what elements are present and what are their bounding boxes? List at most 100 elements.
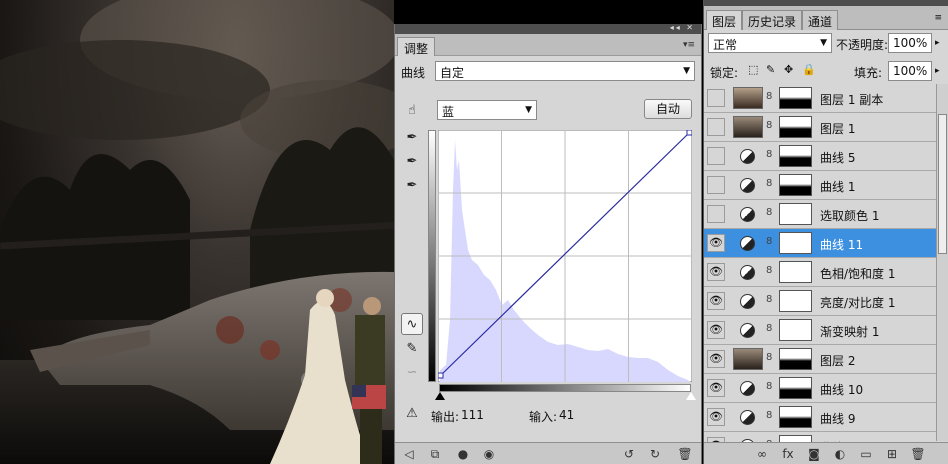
chain-link-icon[interactable]: 8	[766, 120, 772, 131]
layer-name[interactable]: 曲线 1	[820, 178, 855, 195]
chain-link-icon[interactable]: 8	[766, 294, 772, 305]
smooth-curve-icon[interactable]: ∽	[401, 361, 423, 383]
new-group-icon[interactable]: ▭	[858, 446, 874, 462]
layer-row[interactable]: 👁 8 渐变映射 1	[704, 316, 936, 345]
layer-row[interactable]: 👁 8 曲线 11	[704, 229, 936, 258]
auto-button[interactable]: 自动	[644, 99, 692, 119]
layer-row[interactable]: 👁 8 图层 2	[704, 345, 936, 374]
visibility-eye-icon[interactable]: 👁	[707, 292, 725, 310]
layer-mask-thumbnail[interactable]	[779, 232, 812, 254]
panel-menu-icon[interactable]: ≡	[934, 13, 942, 23]
chain-link-icon[interactable]: 8	[766, 265, 772, 276]
layer-mask-thumbnail[interactable]	[779, 319, 812, 341]
opacity-input[interactable]: 100%	[888, 33, 932, 53]
chain-link-icon[interactable]: 8	[766, 149, 772, 160]
chain-link-icon[interactable]: 8	[766, 410, 772, 421]
chain-link-icon[interactable]: 8	[766, 381, 772, 392]
blend-mode-dropdown[interactable]: 正常 ▼	[708, 33, 832, 53]
trash-icon[interactable]: 🗑	[910, 446, 926, 462]
layer-row[interactable]: 8 选取颜色 1	[704, 200, 936, 229]
layer-name[interactable]: 曲线 11	[820, 236, 863, 253]
layer-mask-thumbnail[interactable]	[779, 116, 812, 138]
chain-link-icon[interactable]: 8	[766, 207, 772, 218]
tab-channels[interactable]: 通道	[802, 10, 839, 30]
chain-link-icon[interactable]: 8	[766, 91, 772, 102]
fill-input[interactable]: 100%	[888, 61, 932, 81]
visibility-eye-icon[interactable]: 👁	[707, 350, 725, 368]
previous-state-icon[interactable]: ↺	[621, 446, 637, 462]
adjustments-panel-titlebar[interactable]: ◂◂ ✕	[395, 23, 701, 34]
lock-pixels-icon[interactable]: ✎	[766, 63, 775, 76]
chain-link-icon[interactable]: 8	[766, 323, 772, 334]
panel-menu-icon[interactable]: ▾≡	[683, 40, 695, 50]
chain-link-icon[interactable]: 8	[766, 352, 772, 363]
on-image-adjust-icon[interactable]: ☝	[401, 99, 423, 121]
clip-to-layer-icon[interactable]: ●	[455, 446, 471, 462]
expand-view-icon[interactable]: ⧉	[427, 446, 443, 462]
layer-row[interactable]: 8 曲线 1	[704, 171, 936, 200]
visibility-eye-icon[interactable]: 👁	[707, 408, 725, 426]
layer-name[interactable]: 亮度/对比度 1	[820, 294, 896, 311]
white-point-eyedropper-icon[interactable]: ✒	[401, 174, 423, 196]
preset-dropdown[interactable]: 自定 ▼	[435, 61, 695, 81]
layer-name[interactable]: 图层 1	[820, 120, 855, 137]
visibility-toggle[interactable]	[707, 118, 725, 136]
layer-mask-thumbnail[interactable]	[779, 261, 812, 283]
white-input-slider[interactable]	[686, 392, 696, 400]
link-layers-icon[interactable]: ∞	[754, 446, 770, 462]
layer-mask-thumbnail[interactable]	[779, 377, 812, 399]
trash-icon[interactable]: 🗑	[677, 446, 693, 462]
lock-transparent-icon[interactable]: ⬚	[748, 63, 758, 76]
layers-scrollbar[interactable]	[936, 84, 948, 441]
reset-icon[interactable]: ↻	[647, 446, 663, 462]
layer-mask-thumbnail[interactable]	[779, 87, 812, 109]
collapse-panel-icon[interactable]: ◂◂ ✕	[670, 23, 695, 32]
new-adjustment-icon[interactable]: ◐	[832, 446, 848, 462]
scrollbar-thumb[interactable]	[938, 114, 947, 254]
layer-row[interactable]: 8 曲线 5	[704, 142, 936, 171]
layer-name[interactable]: 选取颜色 1	[820, 207, 879, 224]
curve-point-black[interactable]	[438, 372, 444, 379]
visibility-toggle[interactable]	[707, 89, 725, 107]
layer-mask-thumbnail[interactable]	[779, 290, 812, 312]
layer-mask-thumbnail[interactable]	[779, 348, 812, 370]
layer-mask-thumbnail[interactable]	[779, 145, 812, 167]
opacity-arrow-icon[interactable]: ▸	[935, 38, 940, 48]
black-point-eyedropper-icon[interactable]: ✒	[401, 126, 423, 148]
layer-mask-thumbnail[interactable]	[779, 203, 812, 225]
back-arrow-icon[interactable]: ◁	[401, 446, 417, 462]
layer-row[interactable]: 👁 8 曲线 10	[704, 374, 936, 403]
tab-history[interactable]: 历史记录	[742, 10, 803, 30]
new-layer-icon[interactable]: ⊞	[884, 446, 900, 462]
layer-name[interactable]: 曲线 10	[820, 381, 863, 398]
black-input-slider[interactable]	[435, 392, 445, 400]
fill-arrow-icon[interactable]: ▸	[935, 66, 940, 76]
layer-style-fx-icon[interactable]: fx	[780, 446, 796, 462]
layer-row[interactable]: 8 图层 1	[704, 113, 936, 142]
channel-dropdown[interactable]: 蓝 ▼	[437, 100, 537, 120]
visibility-eye-icon[interactable]: ◉	[481, 446, 497, 462]
tab-adjustments[interactable]: 调整	[397, 37, 436, 56]
document-canvas[interactable]	[0, 0, 394, 464]
layer-row[interactable]: 👁 8 曲线 9	[704, 403, 936, 432]
chain-link-icon[interactable]: 8	[766, 178, 772, 189]
layer-mask-thumbnail[interactable]	[779, 406, 812, 428]
layer-mask-thumbnail[interactable]	[779, 174, 812, 196]
visibility-eye-icon[interactable]: 👁	[707, 263, 725, 281]
chain-link-icon[interactable]: 8	[766, 236, 772, 247]
curves-graph[interactable]	[438, 130, 692, 382]
visibility-eye-icon[interactable]: 👁	[707, 379, 725, 397]
visibility-toggle[interactable]	[707, 147, 725, 165]
add-mask-icon[interactable]: ◙	[806, 446, 822, 462]
visibility-toggle[interactable]	[707, 205, 725, 223]
visibility-eye-icon[interactable]: 👁	[707, 234, 725, 252]
layer-name[interactable]: 曲线 9	[820, 410, 855, 427]
curve-point-tool-icon[interactable]: ∿	[401, 313, 423, 335]
curve-point-white[interactable]	[686, 130, 692, 136]
gray-point-eyedropper-icon[interactable]: ✒	[401, 150, 423, 172]
layer-name[interactable]: 图层 2	[820, 352, 855, 369]
layer-row[interactable]: 8 图层 1 副本	[704, 84, 936, 113]
visibility-toggle[interactable]	[707, 176, 725, 194]
clip-warning-icon[interactable]: ⚠	[401, 402, 423, 424]
pencil-draw-icon[interactable]: ✎	[401, 337, 423, 359]
